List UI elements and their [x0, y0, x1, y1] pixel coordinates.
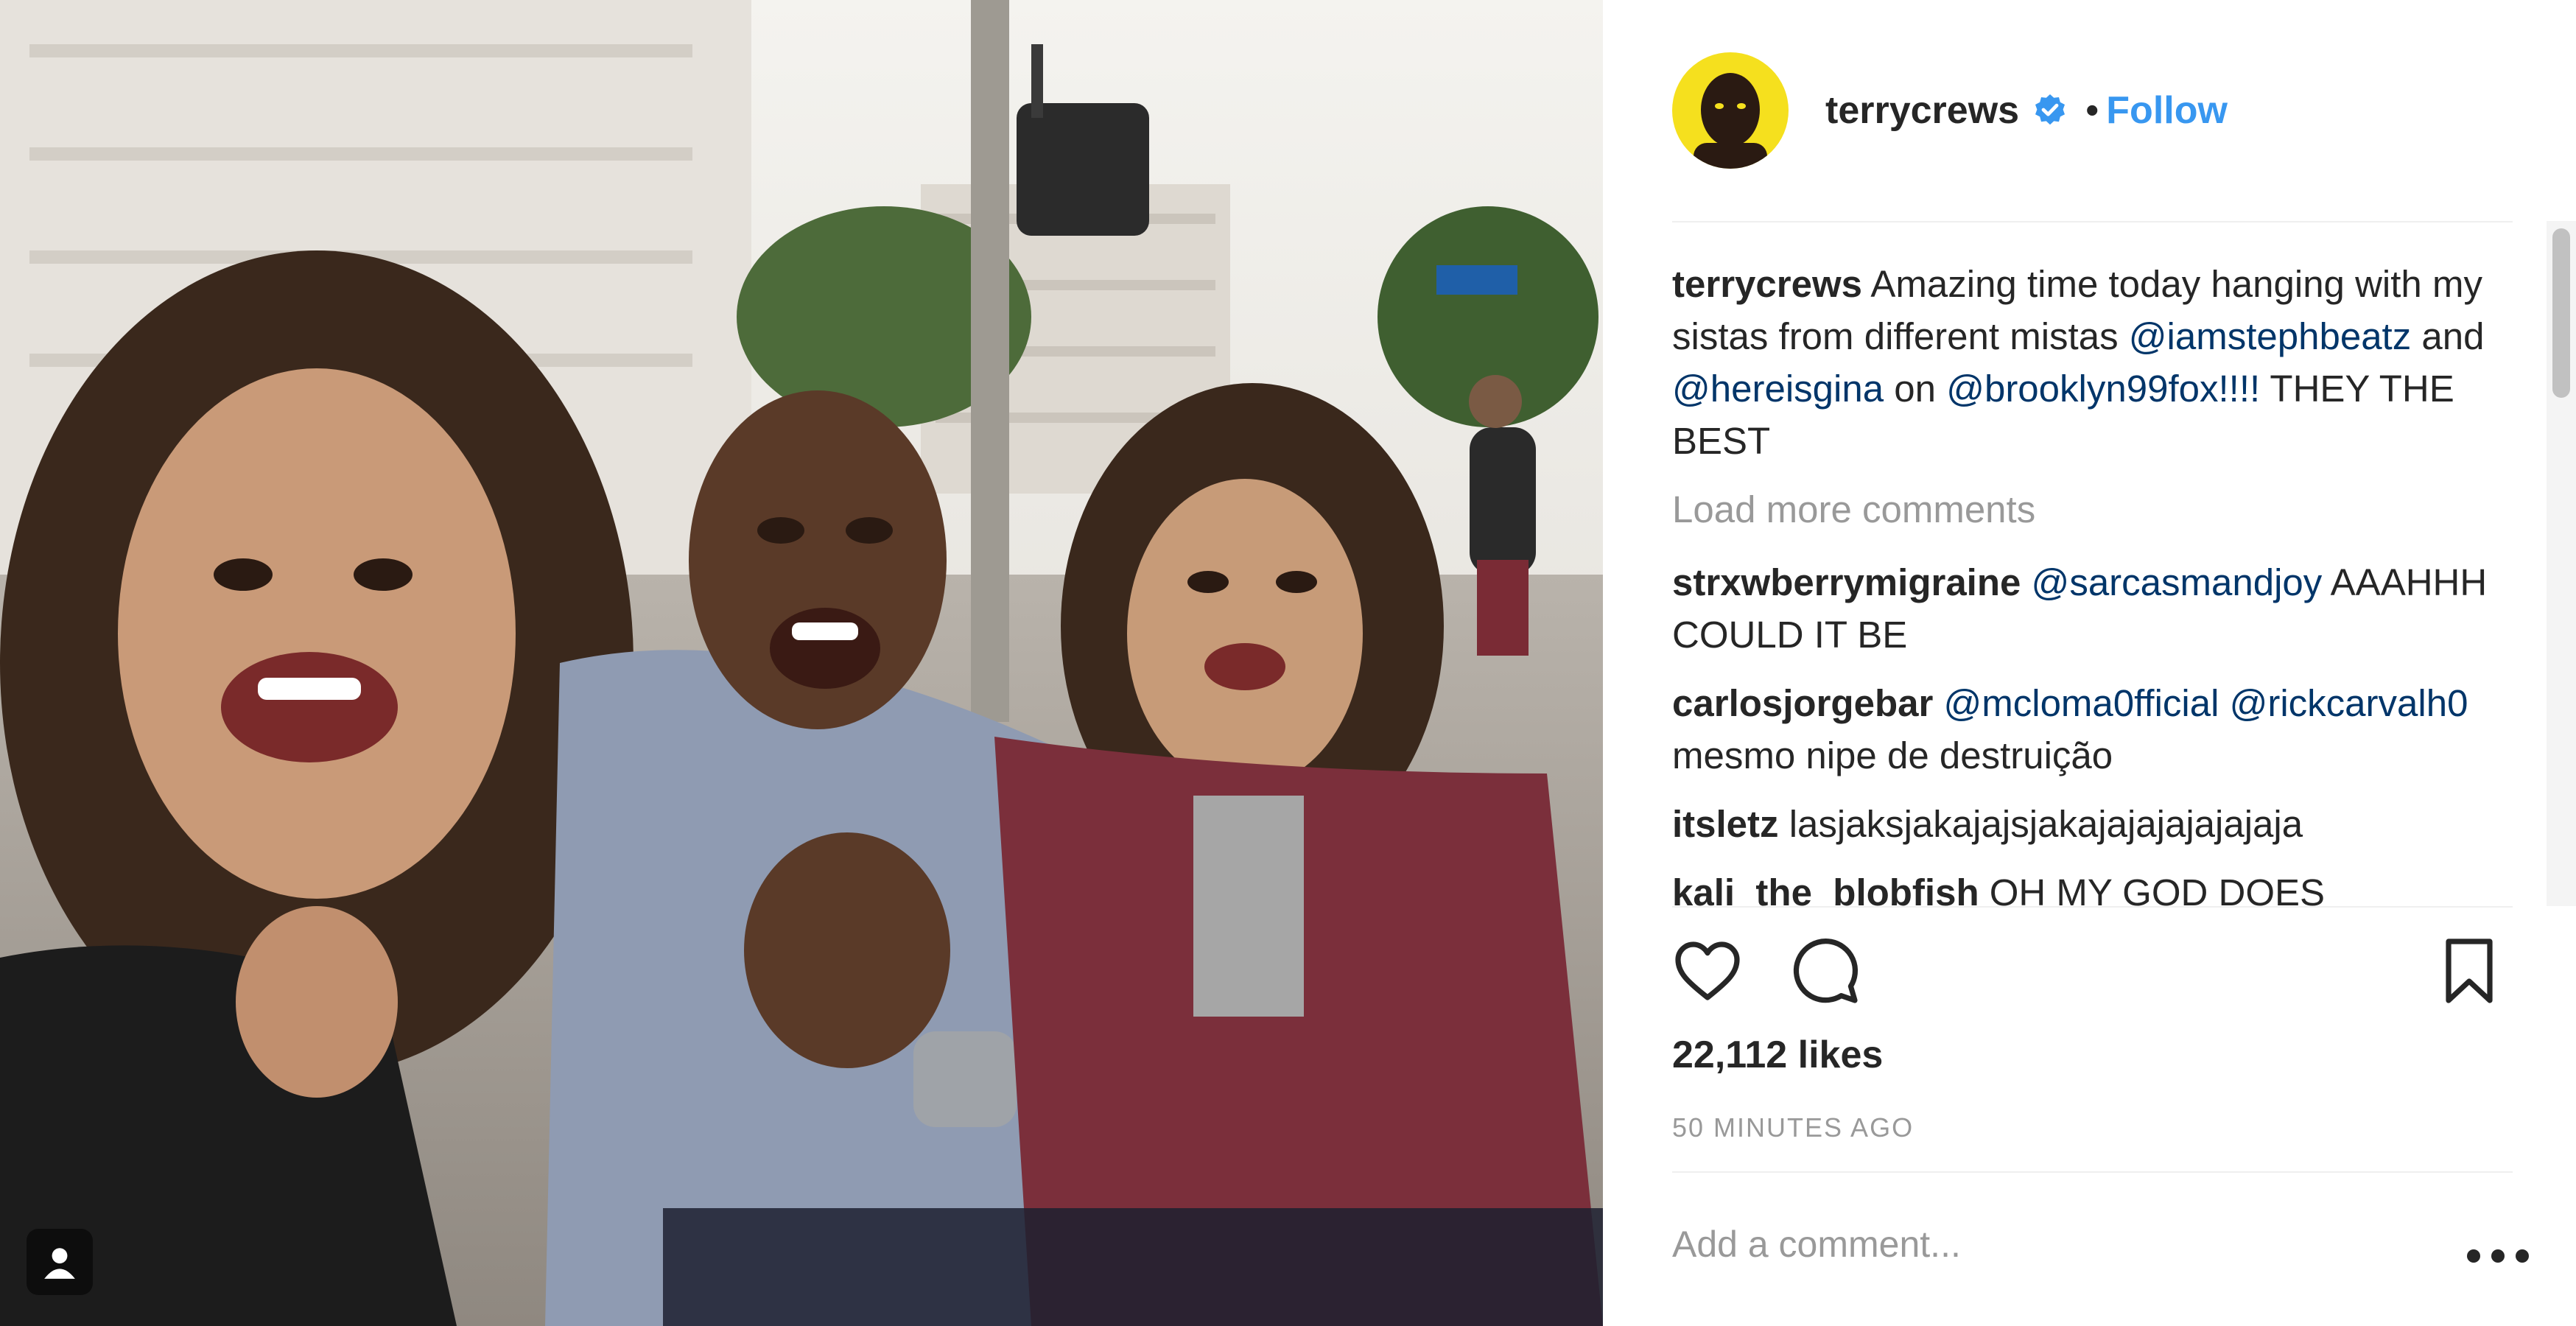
comment-text: lasjaksjakajajsjakajajajajajajaja — [1778, 803, 2303, 845]
profile-avatar[interactable] — [1672, 52, 1789, 169]
comment-username[interactable]: carlosjorgebar — [1672, 682, 1933, 724]
header-separator: • — [2085, 89, 2099, 132]
comment-username[interactable]: itsletz — [1672, 803, 1779, 845]
bookmark-icon[interactable] — [2434, 936, 2505, 1006]
comments-divider — [1672, 906, 2513, 908]
heart-icon[interactable] — [1672, 936, 1743, 1006]
user-tag-icon[interactable] — [27, 1229, 93, 1295]
add-comment-input[interactable] — [1672, 1223, 2409, 1266]
comment-bubble-icon[interactable] — [1790, 936, 1861, 1006]
caption-text: on — [1884, 368, 1947, 410]
caption-text: and — [2411, 315, 2485, 357]
comment-text: OH MY GOD DOES — [1979, 871, 2326, 906]
verified-badge-icon — [2035, 94, 2066, 125]
caption-username[interactable]: terrycrews — [1672, 263, 1862, 305]
post-details-panel: terrycrews • Follow terrycrews Amazing t… — [1603, 0, 2576, 1326]
caption-mention[interactable]: @iamstephbeatz — [2129, 315, 2411, 357]
scrollbar-thumb[interactable] — [2552, 228, 2570, 398]
photo-image — [0, 0, 1603, 1326]
header-username[interactable]: terrycrews — [1825, 88, 2019, 133]
post-timestamp[interactable]: 50 MINUTES AGO — [1672, 1112, 1914, 1143]
comment-username[interactable]: kali_the_blobfish — [1672, 871, 1979, 906]
comment-mention[interactable]: @sarcasmandjoy — [2032, 561, 2323, 603]
comment-item: itsletz lasjaksjakajajsjakajajajajajajaj… — [1672, 798, 2534, 850]
more-options-icon[interactable] — [2466, 1249, 2530, 1263]
likes-count[interactable]: 22,112 likes — [1672, 1033, 1883, 1077]
comment-item: strxwberrymigraine @sarcasmandjoy AAAHHH… — [1672, 556, 2534, 661]
comment-box-divider — [1672, 1171, 2513, 1173]
comment-username[interactable]: strxwberrymigraine — [1672, 561, 2021, 603]
caption-mention[interactable]: @brooklyn99fox!!!! — [1946, 368, 2260, 410]
comments-scrollbar[interactable] — [2547, 221, 2576, 906]
caption-mention[interactable]: @hereisgina — [1672, 368, 1884, 410]
post-header: terrycrews • Follow — [1672, 44, 2228, 177]
comment-item: kali_the_blobfish OH MY GOD DOES — [1672, 866, 2534, 906]
follow-button[interactable]: Follow — [2106, 88, 2228, 133]
comments-list: terrycrews Amazing time today hanging wi… — [1672, 258, 2534, 906]
action-bar — [1672, 936, 2505, 1009]
post-photo[interactable] — [0, 0, 1603, 1326]
comment-mention[interactable]: @mcloma0fficial @rickcarvalh0 — [1943, 682, 2468, 724]
caption: terrycrews Amazing time today hanging wi… — [1672, 258, 2534, 467]
comment-text: mesmo nipe de destruição — [1672, 734, 2113, 776]
comment-item: carlosjorgebar @mcloma0fficial @rickcarv… — [1672, 677, 2534, 782]
load-more-comments-link[interactable]: Load more comments — [1672, 483, 2534, 536]
header-divider — [1672, 221, 2513, 222]
